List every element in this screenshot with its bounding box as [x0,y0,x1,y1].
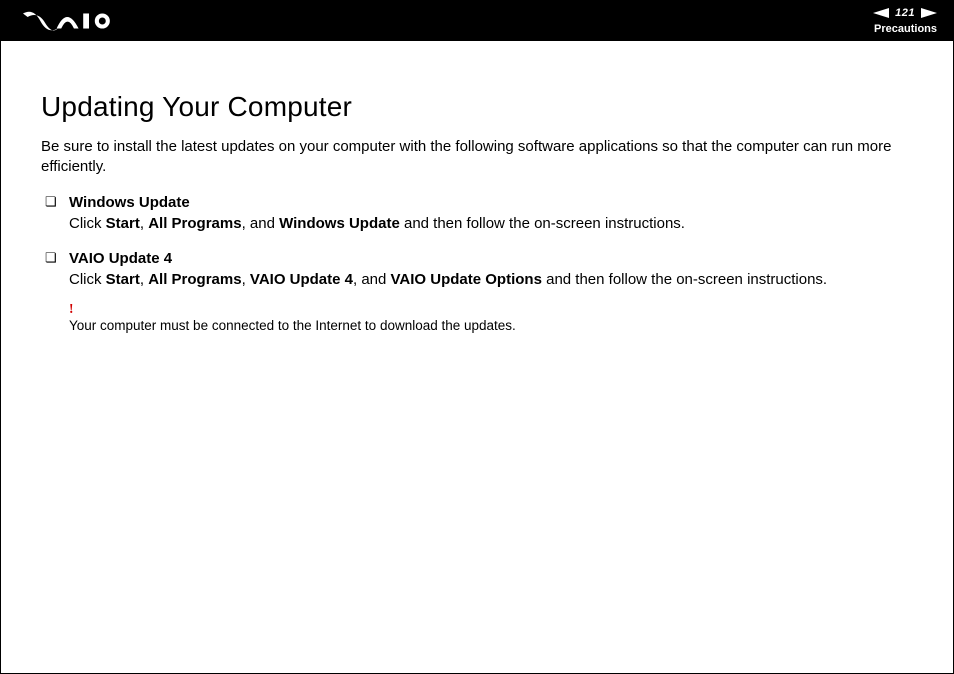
body-text: , [242,271,250,288]
note-text: Your computer must be connected to the I… [69,318,516,333]
body-text: Click [69,215,106,232]
bold-text: Windows Update [279,215,400,232]
header-right: 121 Precautions [873,6,937,37]
item-title: Windows Update [69,194,190,211]
lead-paragraph: Be sure to install the latest updates on… [41,137,923,178]
header-bar: 121 Precautions [1,1,953,41]
section-link[interactable]: Precautions [874,22,937,36]
body-text: and then follow the on-screen instructio… [400,215,685,232]
vaio-logo [23,11,133,31]
prev-page-arrow-icon[interactable] [873,8,889,18]
body-text: and then follow the on-screen instructio… [542,271,827,288]
bold-text: Start [106,215,140,232]
body-text: Click [69,271,106,288]
body-text: , and [242,215,280,232]
note-block: ! Your computer must be connected to the… [69,302,923,336]
page-frame: 121 Precautions Updating Your Computer B… [0,0,954,674]
page-title: Updating Your Computer [41,91,923,123]
next-page-arrow-icon[interactable] [921,8,937,18]
bold-text: VAIO Update 4 [250,271,353,288]
warning-icon: ! [69,302,923,316]
bold-text: Start [106,271,140,288]
body-text: , [140,215,148,232]
body-text: , [140,271,148,288]
item-title: VAIO Update 4 [69,250,172,267]
list-item: VAIO Update 4 Click Start, All Programs,… [69,248,923,336]
bold-text: All Programs [148,271,241,288]
page-nav: 121 [873,6,937,20]
bold-text: VAIO Update Options [391,271,542,288]
list-item: Windows Update Click Start, All Programs… [69,192,923,234]
bold-text: All Programs [148,215,241,232]
content-area: Updating Your Computer Be sure to instal… [1,41,953,336]
page-number: 121 [893,6,917,20]
body-text: , and [353,271,391,288]
update-list: Windows Update Click Start, All Programs… [41,192,923,336]
